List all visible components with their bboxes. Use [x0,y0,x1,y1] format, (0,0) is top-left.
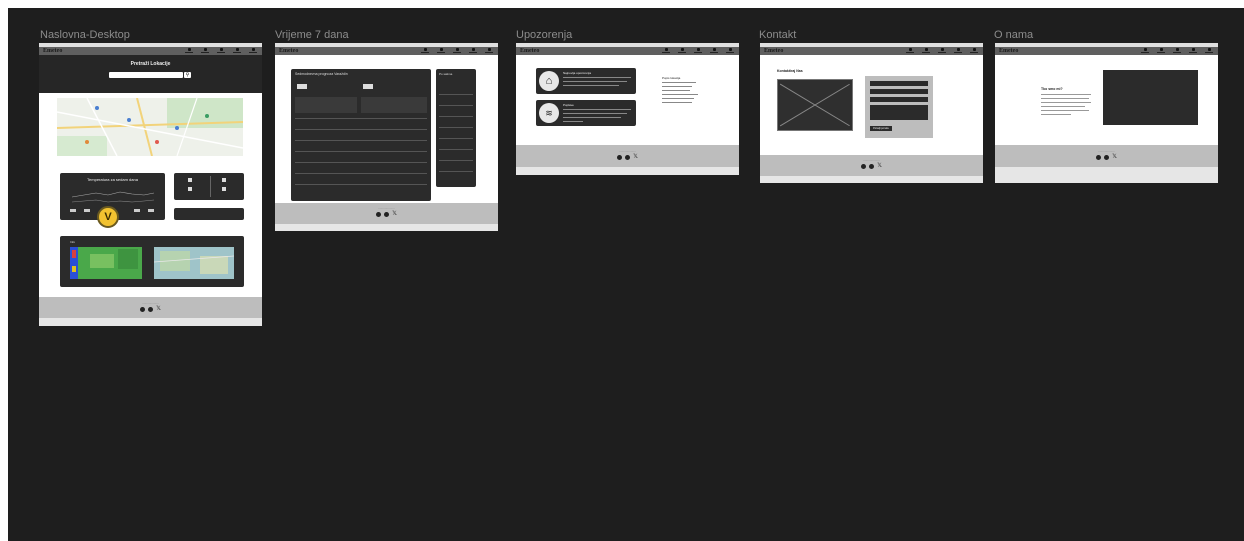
footer-links[interactable]: ···················· [516,150,739,153]
search-hero: Pretraži Lokacije ⚲ [39,55,262,93]
frame-forecast[interactable]: Emeteo Sedmodnevna prognoza Varaždin Po … [275,43,498,231]
forecast-title: Sedmodnevna prognoza Varaždin [295,72,348,76]
radar-maps [70,247,235,279]
frame-warnings[interactable]: Emeteo ⌂ Najnovija upozorenja ≋ Poplave … [516,43,739,175]
footer-bottom [516,167,739,175]
nav-icons[interactable] [184,48,258,54]
footer-socials[interactable]: 𝕏 [760,163,983,169]
map-streets [57,98,243,156]
about-title: Tko smo mi? [1041,87,1063,91]
frame-home[interactable]: Emeteo Pretraži Lokacije ⚲ Temperatura z… [39,43,262,326]
weather-icon [188,178,192,182]
house-icon: ⌂ [539,71,559,91]
message-field[interactable] [870,105,928,120]
conditions-card[interactable] [174,173,244,200]
navbar: Emeteo [275,47,498,55]
about-image [1103,70,1198,125]
footer: ···················· 𝕏 [516,145,739,167]
frame-title-contact[interactable]: Kontakt [759,29,796,41]
search-title: Pretraži Lokacije [130,61,171,67]
warning-card-title: Poplave [563,103,574,107]
name-field[interactable] [870,81,928,86]
footer-bottom [995,167,1218,183]
submit-button[interactable]: Pošalji poruku [870,126,892,131]
footer-links[interactable]: ···················· [39,302,262,305]
brand-logo[interactable]: Emeteo [279,47,298,55]
hourly-title: Po satima [439,72,453,76]
sun-times-card[interactable] [174,208,244,220]
contact-form: Pošalji poruku [865,76,933,138]
footer-links[interactable]: ···················· [995,150,1218,153]
footer: ···················· 𝕏 [275,203,498,224]
frame-title-home[interactable]: Naslovna-Desktop [40,29,130,41]
footer-bottom [760,176,983,183]
email-field[interactable] [870,89,928,94]
today-details-right [361,97,427,113]
footer: ···················· 𝕏 [995,145,1218,167]
footer-links[interactable]: ···················· [275,207,498,210]
navbar: Emeteo [39,47,262,55]
footer-socials[interactable]: 𝕏 [39,306,262,312]
search-input[interactable] [109,72,183,78]
today-details-left [295,97,357,113]
wind-icon [222,178,226,182]
warning-card-title: Najnovija upozorenja [563,71,592,75]
frame-about[interactable]: Emeteo Tko smo mi? ···················· … [995,43,1218,183]
frame-title-about[interactable]: O nama [994,29,1033,41]
footer-socials[interactable]: 𝕏 [275,211,498,217]
warning-card-floods[interactable]: ≋ Poplave [536,100,636,126]
footer: ···················· 𝕏 [760,155,983,176]
locations-title: Popis lokacija [662,76,681,80]
hourly-panel[interactable]: Po satima [436,69,476,187]
flood-icon: ≋ [539,103,559,123]
footer-links[interactable]: ···················· [760,159,983,162]
brand-logo[interactable]: Emeteo [43,47,62,55]
frame-contact[interactable]: Emeteo Kontaktiraj Nas Pošalji poruku ··… [760,43,983,183]
brand-logo[interactable]: Emeteo [999,47,1018,55]
forecast-panel[interactable]: Sedmodnevna prognoza Varaždin [291,69,431,201]
current-temp [297,84,307,89]
warning-card-latest[interactable]: ⌂ Najnovija upozorenja [536,68,636,94]
contact-image [777,79,853,131]
design-canvas[interactable]: Naslovna-Desktop Vrijeme 7 dana Upozoren… [8,8,1244,541]
brand-logo[interactable]: Emeteo [764,47,783,55]
contact-title: Kontaktiraj Nas [777,69,803,73]
nav-icons[interactable] [420,48,494,54]
drop-icon [222,187,226,191]
nav-icons[interactable] [661,48,735,54]
subject-field[interactable] [870,97,928,102]
footer-bottom [275,224,498,231]
footer: ···················· 𝕏 [39,297,262,318]
nav-icons[interactable] [905,48,979,54]
frame-title-forecast[interactable]: Vrijeme 7 dana [275,29,349,41]
navbar: Emeteo [760,47,983,55]
card-divider [210,176,211,197]
humidity-icon [188,187,192,191]
radar-card[interactable]: Info [60,236,244,287]
navbar: Emeteo [516,47,739,55]
footer-socials[interactable]: 𝕏 [995,154,1218,160]
nav-icons[interactable] [1140,48,1214,54]
footer-bottom [39,318,262,326]
feels-like-temp [363,84,373,89]
navbar: Emeteo [995,47,1218,55]
frame-title-warnings[interactable]: Upozorenja [516,29,572,41]
footer-socials[interactable]: 𝕏 [516,154,739,160]
search-icon[interactable]: ⚲ [184,72,191,78]
map-view[interactable] [57,98,243,156]
brand-logo[interactable]: Emeteo [520,47,539,55]
user-avatar-badge[interactable]: V [97,206,119,228]
